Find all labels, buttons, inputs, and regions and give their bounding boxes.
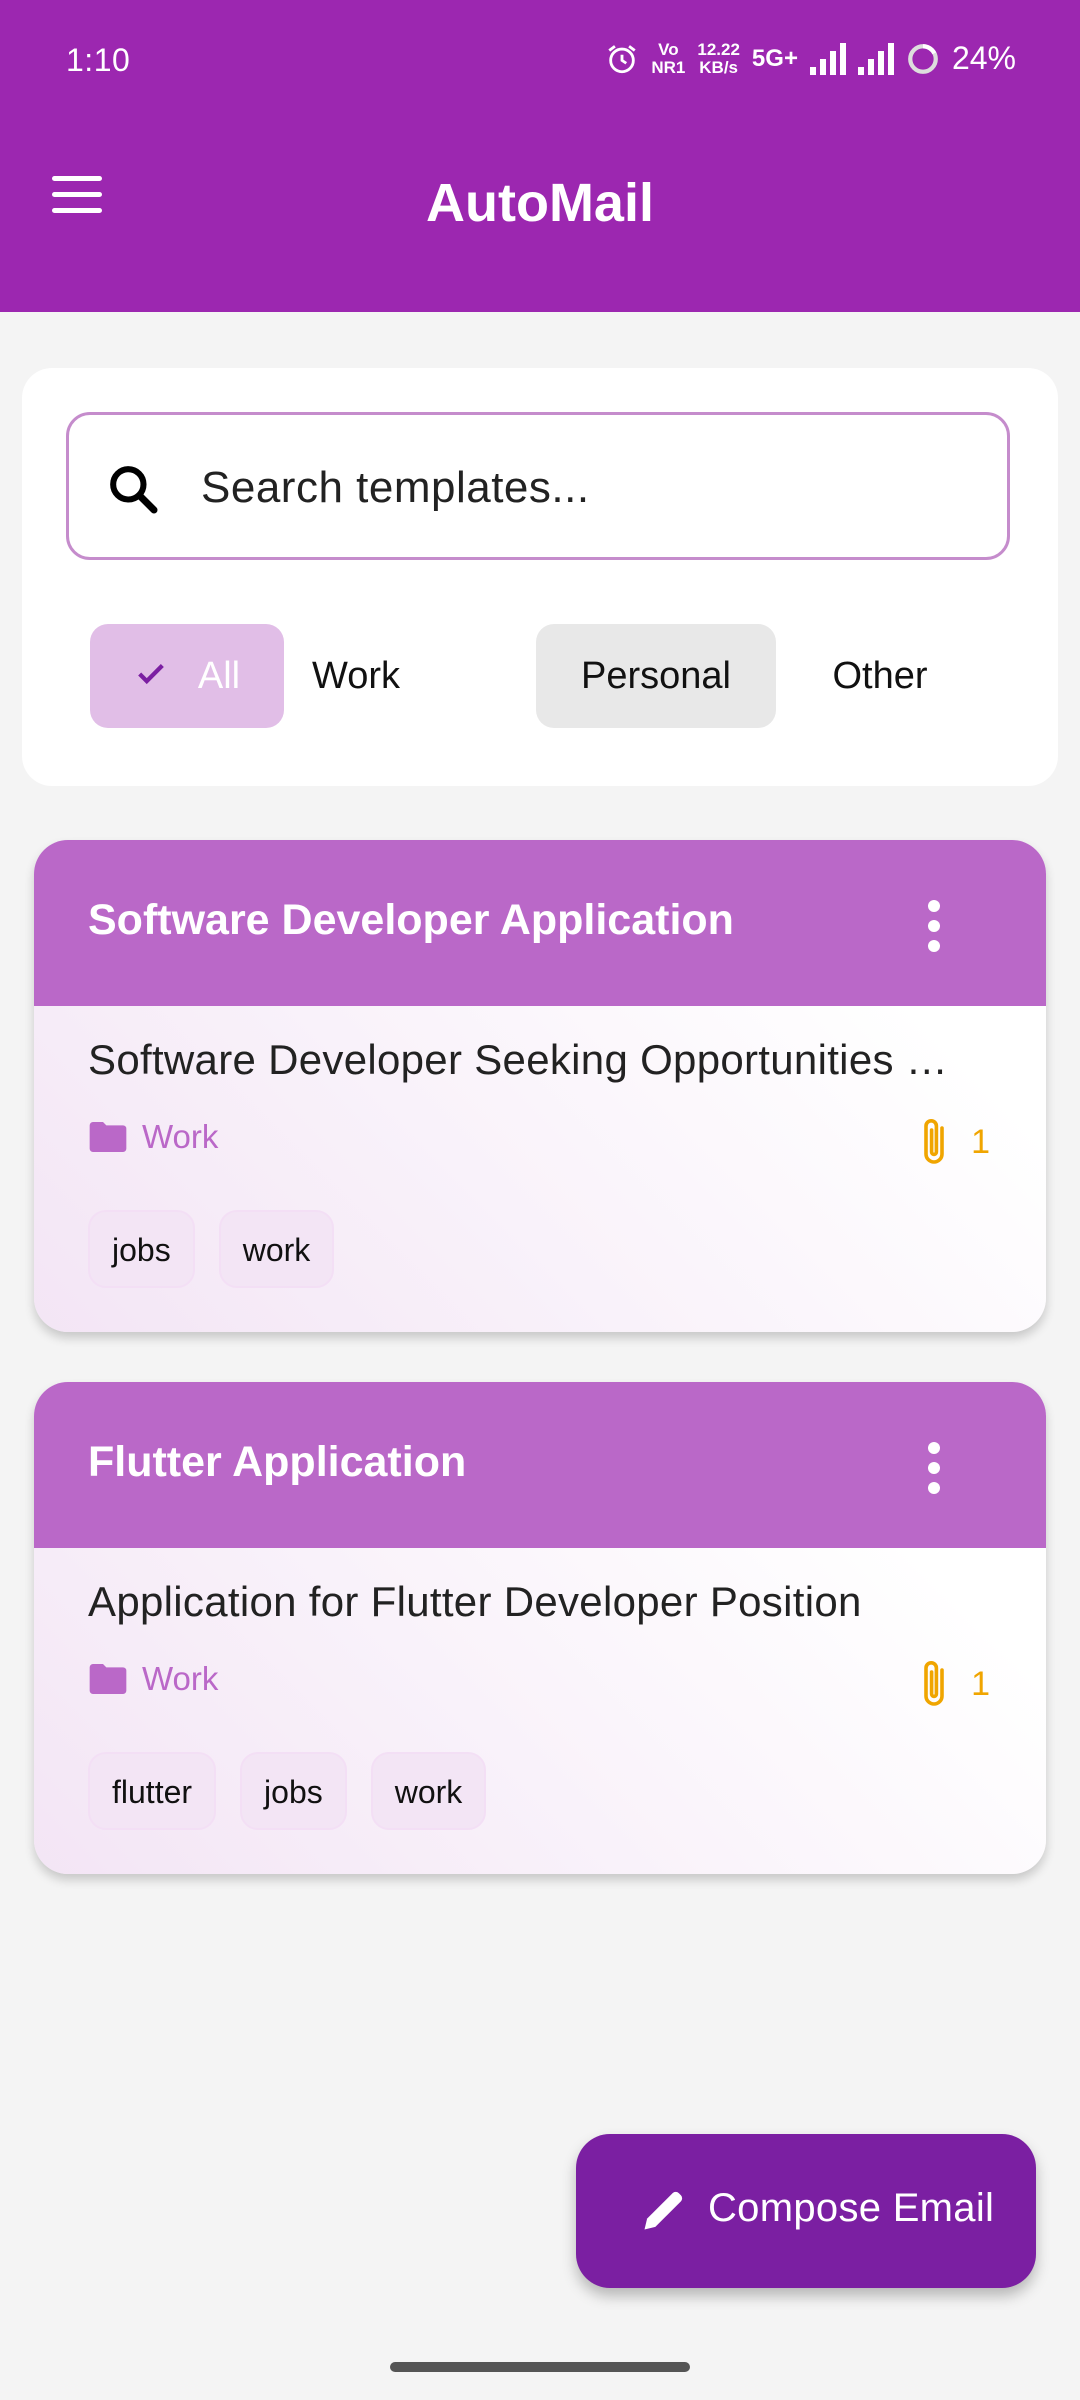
status-icons: Vo NR1 12.22 KB/s 5G+ 24% (605, 40, 1016, 77)
status-bar: 1:10 Vo NR1 12.22 KB/s 5G+ 24% (0, 0, 1080, 124)
filter-chips: All Work Personal Other (90, 624, 990, 728)
pencil-icon (644, 2191, 683, 2230)
more-options-icon[interactable] (928, 1442, 940, 1502)
attachment-count: 1 (919, 1116, 990, 1168)
template-card[interactable]: Software Developer Application Software … (34, 840, 1046, 1332)
card-category: Work (88, 1118, 218, 1156)
attachment-number: 1 (971, 1122, 990, 1161)
network-type: 5G+ (751, 44, 798, 72)
network-speed: 12.22 KB/s (697, 39, 740, 77)
signal-icon (809, 42, 846, 75)
battery-icon (908, 43, 938, 74)
search-placeholder: Search templates... (201, 463, 590, 512)
paperclip-icon (924, 1119, 944, 1164)
filter-chip-work[interactable]: Work (266, 624, 446, 728)
app-bar: 1:10 Vo NR1 12.22 KB/s 5G+ 24% AutoMail (0, 0, 1080, 312)
alarm-icon (608, 44, 636, 73)
card-subject: Application for Flutter Developer Positi… (88, 1578, 862, 1625)
signal-icon (857, 42, 894, 75)
attachment-number: 1 (971, 1664, 990, 1703)
compose-email-button[interactable]: Compose Email (576, 2134, 1036, 2288)
volte-indicator: Vo NR1 (651, 39, 686, 77)
card-title: Software Developer Application (88, 896, 734, 944)
app-title: AutoMail (426, 173, 654, 233)
more-options-icon[interactable] (928, 900, 940, 960)
tag-chip[interactable]: jobs (240, 1752, 347, 1830)
tag-list: flutter jobs work (88, 1752, 487, 1830)
search-icon (110, 466, 158, 514)
folder-icon (89, 1122, 127, 1152)
filter-chip-all[interactable]: All (90, 624, 284, 728)
card-title: Flutter Application (88, 1438, 467, 1486)
filter-chip-personal[interactable]: Personal (536, 624, 776, 728)
attachment-count: 1 (919, 1658, 990, 1710)
check-icon (138, 663, 164, 685)
card-subject: Software Developer Seeking Opportunities… (88, 1036, 949, 1083)
card-category: Work (88, 1660, 218, 1698)
battery-level: 24% (951, 40, 1016, 76)
paperclip-icon (924, 1661, 944, 1706)
search-filter-panel: Search templates... All Work Personal Ot… (22, 368, 1058, 786)
tag-chip[interactable]: work (370, 1752, 487, 1830)
compose-email-label: Compose Email (708, 2186, 995, 2230)
search-input[interactable]: Search templates... (66, 412, 1010, 560)
tag-chip[interactable]: jobs (88, 1210, 195, 1288)
folder-icon (89, 1664, 127, 1694)
gesture-home-bar[interactable] (390, 2362, 690, 2372)
card-header: Software Developer Application (34, 840, 1046, 1006)
category-label: Work (142, 1660, 219, 1697)
template-card[interactable]: Flutter Application Application for Flut… (34, 1382, 1046, 1874)
category-label: Work (142, 1118, 219, 1155)
card-header: Flutter Application (34, 1382, 1046, 1548)
filter-chip-label: All (197, 655, 241, 697)
tag-chip[interactable]: work (218, 1210, 335, 1288)
tag-chip[interactable]: flutter (88, 1752, 217, 1830)
filter-chip-other[interactable]: Other (790, 624, 970, 728)
status-time: 1:10 (66, 42, 131, 78)
tag-list: jobs work (88, 1210, 335, 1288)
